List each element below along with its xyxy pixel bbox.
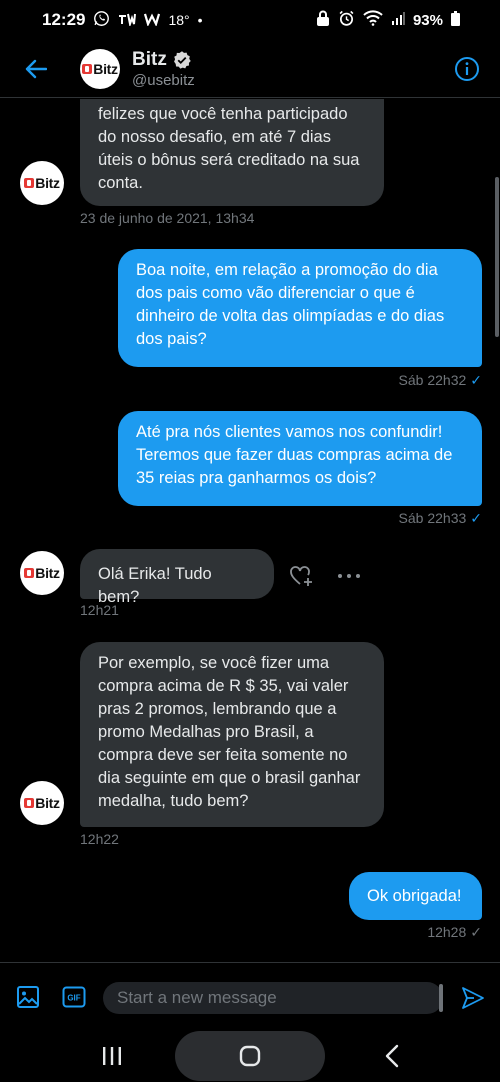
message-line: dos pais como vão diferenciar o que é bbox=[136, 284, 415, 302]
message-composer: GIF bbox=[0, 962, 500, 1030]
gif-icon[interactable]: GIF bbox=[62, 985, 86, 1009]
message-line: Teremos que fazer duas compras acima de bbox=[136, 446, 453, 464]
message-line: compra acima de R $ 35, vai valer bbox=[98, 677, 349, 695]
recent-apps-icon bbox=[103, 1047, 121, 1065]
header-names[interactable]: Bitz @usebitz bbox=[132, 49, 195, 89]
logo-text: Bitz bbox=[35, 175, 60, 191]
message-timestamp: 12h28 ✓ bbox=[427, 924, 482, 941]
sender-avatar[interactable]: Bitz bbox=[20, 781, 64, 825]
lock-icon bbox=[316, 10, 330, 30]
read-check-icon: ✓ bbox=[470, 924, 482, 940]
message-timestamp: 23 de junho de 2021, 13h34 bbox=[80, 210, 255, 226]
back-button[interactable] bbox=[14, 47, 58, 91]
message-line: do nosso desafio, em até 7 dias bbox=[98, 128, 331, 146]
home-button[interactable] bbox=[175, 1031, 325, 1081]
message-line: dia seguinte em que o brasil ganhar bbox=[98, 769, 361, 787]
message-line: Boa noite, em relação a promoção do dia bbox=[136, 261, 438, 279]
message-timestamp: 12h22 bbox=[80, 831, 119, 847]
header-name-row: Bitz bbox=[132, 49, 195, 71]
outgoing-message[interactable]: Ok obrigada! bbox=[349, 872, 482, 920]
account-name: Bitz bbox=[132, 48, 167, 70]
message-timestamp: 12h21 bbox=[80, 602, 119, 618]
recent-apps-button[interactable] bbox=[98, 1042, 126, 1070]
incoming-message[interactable]: felizes que você tenha participado do no… bbox=[80, 99, 384, 206]
status-right: 93% bbox=[316, 10, 460, 31]
logo-mark bbox=[24, 798, 35, 808]
bitz-logo: Bitz bbox=[24, 175, 60, 191]
sender-avatar[interactable]: Bitz bbox=[20, 161, 64, 205]
timestamp-text: 12h28 bbox=[427, 924, 467, 940]
status-time: 12:29 bbox=[42, 10, 86, 29]
header-avatar[interactable]: Bitz bbox=[80, 48, 120, 89]
message-line: dos pais? bbox=[136, 330, 207, 348]
message-thread[interactable]: felizes que você tenha participado do no… bbox=[0, 99, 500, 961]
message-line: úteis o bônus será creditado na sua bbox=[98, 151, 360, 169]
signal-icon bbox=[391, 11, 405, 29]
conversation-header: Bitz Bitz @usebitz bbox=[0, 40, 500, 98]
logo-mark bbox=[82, 63, 93, 74]
status-bar: 12:29 18° • 93% bbox=[0, 0, 500, 40]
logo-text: Bitz bbox=[35, 795, 60, 811]
read-check-icon: ✓ bbox=[470, 510, 482, 526]
read-check-icon: ✓ bbox=[470, 372, 482, 388]
bitz-logo: Bitz bbox=[24, 565, 60, 581]
image-icon[interactable] bbox=[16, 985, 40, 1009]
message-line: Até pra nós clientes vamos nos confundir… bbox=[136, 423, 443, 441]
more-options-icon[interactable] bbox=[336, 563, 362, 589]
battery-icon bbox=[451, 10, 460, 30]
message-line: medalha, tudo bem? bbox=[98, 792, 249, 810]
weather-temp: 18° bbox=[168, 12, 190, 28]
account-handle: @usebitz bbox=[132, 71, 195, 89]
alarm-icon bbox=[338, 10, 355, 31]
message-line: Ok obrigada! bbox=[367, 887, 462, 905]
timestamp-text: Sáb 22h32 bbox=[398, 372, 467, 388]
dot-icon: • bbox=[197, 12, 203, 28]
info-icon bbox=[455, 57, 479, 81]
message-timestamp: Sáb 22h32 ✓ bbox=[399, 372, 482, 389]
notification-icon bbox=[118, 12, 137, 29]
bitz-logo: Bitz bbox=[24, 795, 60, 811]
message-line: compra deve ser feita somente no bbox=[98, 746, 348, 764]
chevron-left-icon bbox=[385, 1044, 399, 1068]
arrow-left-icon bbox=[25, 59, 47, 78]
incoming-message[interactable]: Olá Erika! Tudo bem? bbox=[80, 549, 274, 606]
message-line: felizes que você tenha participado bbox=[98, 105, 348, 123]
verified-badge-icon bbox=[173, 50, 191, 69]
svg-text:GIF: GIF bbox=[67, 994, 80, 1003]
message-input[interactable] bbox=[103, 982, 443, 1014]
outgoing-message[interactable]: Até pra nós clientes vamos nos confundir… bbox=[118, 411, 482, 506]
sender-avatar[interactable]: Bitz bbox=[20, 551, 64, 595]
timestamp-text: Sáb 22h33 bbox=[398, 510, 467, 526]
android-nav-bar bbox=[0, 1030, 500, 1082]
send-icon[interactable] bbox=[460, 985, 486, 1011]
info-button[interactable] bbox=[454, 56, 480, 82]
bitz-logo: Bitz bbox=[82, 60, 118, 77]
logo-text: Bitz bbox=[93, 60, 118, 77]
home-icon bbox=[239, 1045, 261, 1067]
logo-text: Bitz bbox=[35, 565, 60, 581]
message-line: 35 reias pra ganharmos os dois? bbox=[136, 469, 377, 487]
message-line: conta. bbox=[98, 174, 143, 192]
outgoing-message[interactable]: Boa noite, em relação a promoção do dia … bbox=[118, 249, 482, 367]
scrollbar[interactable] bbox=[495, 177, 499, 337]
message-line: Por exemplo, se você fizer uma bbox=[98, 654, 330, 672]
message-line: promo Medalhas pro Brasil, a bbox=[98, 723, 314, 741]
message-line: dinheiro de volta das olimpíadas e do di… bbox=[136, 307, 445, 325]
battery-level: 93% bbox=[412, 11, 443, 29]
message-line: pras 2 promos, lembrando que a bbox=[98, 700, 337, 718]
message-timestamp: Sáb 22h33 ✓ bbox=[399, 510, 482, 527]
logo-mark bbox=[24, 178, 35, 188]
input-scroll-indicator bbox=[439, 984, 443, 1012]
logo-mark bbox=[24, 568, 35, 578]
whatsapp-icon bbox=[93, 10, 110, 30]
add-reaction-icon[interactable] bbox=[289, 563, 315, 589]
message-line: Olá Erika! Tudo bem? bbox=[98, 565, 212, 606]
incoming-message[interactable]: Por exemplo, se você fizer uma compra ac… bbox=[80, 642, 384, 827]
status-left: 12:29 18° • bbox=[42, 10, 203, 30]
wifi-icon bbox=[363, 10, 383, 30]
back-nav-button[interactable] bbox=[378, 1042, 406, 1070]
notification-icon-2 bbox=[144, 12, 161, 29]
